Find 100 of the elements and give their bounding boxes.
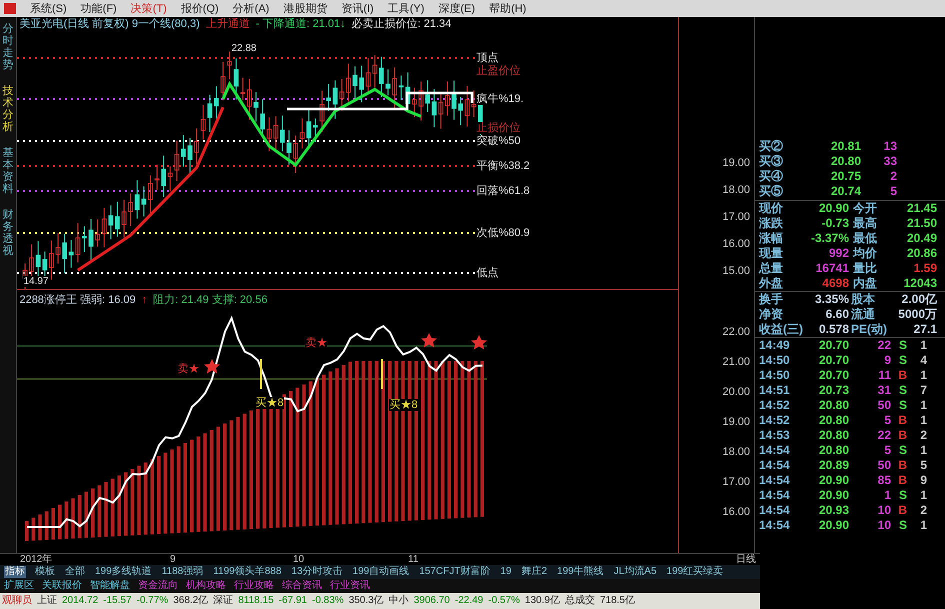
- bid-label: 买④: [759, 169, 784, 184]
- stat-value: 16741: [814, 261, 849, 276]
- formula-tab[interactable]: 199多线轨道: [94, 566, 153, 578]
- extension-tab[interactable]: 机构攻略: [186, 580, 226, 592]
- formula-tab[interactable]: 1199领头羊888: [212, 566, 282, 578]
- stat-label: 涨幅: [759, 231, 784, 246]
- menu-item[interactable]: 资讯(I): [341, 2, 374, 16]
- chart-legend: 必卖止损价位: 21.34: [352, 18, 452, 30]
- bid-label: 买②: [759, 139, 784, 154]
- side-tab[interactable]: 财务透视: [0, 209, 16, 257]
- tick-price: 20.70: [818, 368, 849, 383]
- tick-count: 1: [919, 488, 927, 503]
- tick-time: 14:50: [759, 353, 791, 368]
- side-tab[interactable]: 技术分析: [0, 85, 16, 133]
- formula-tab[interactable]: 全部: [64, 566, 86, 578]
- stat-label: 净资: [759, 307, 784, 322]
- formula-tab[interactable]: 199红买绿卖: [666, 566, 724, 578]
- candlestick: [458, 96, 464, 126]
- price-axis-label: 15.00: [722, 264, 750, 279]
- tick-side: B: [897, 368, 907, 383]
- time-axis-label: 10: [293, 554, 304, 565]
- indicator-axis-label: 19.00: [722, 415, 750, 430]
- tick-time: 14:49: [759, 338, 791, 353]
- stat-value: 21.45: [906, 201, 937, 216]
- bid-price: 20.81: [830, 139, 861, 154]
- indicator-axis-label: 18.00: [722, 445, 750, 460]
- bid-price: 20.80: [830, 154, 861, 169]
- indicator-name: 2288涨停王 强弱: 16.09: [19, 293, 136, 308]
- index-name: 上证: [37, 595, 57, 607]
- stat-label: 股本: [851, 292, 876, 307]
- bid-volume: 5: [889, 184, 897, 199]
- menu-item[interactable]: 功能(F): [80, 2, 117, 16]
- stat-value: 2.00亿: [900, 292, 937, 307]
- side-tab[interactable]: 基本资料: [0, 147, 16, 195]
- sell-signal-label: 卖★: [305, 337, 328, 349]
- formula-tab[interactable]: 199自动画线: [352, 566, 410, 578]
- tick-side: S: [898, 338, 907, 353]
- formula-tab[interactable]: 13分时攻击: [290, 566, 344, 578]
- stat-value: 27.1: [912, 322, 937, 337]
- stat-label: 内盘: [853, 276, 878, 291]
- star-icon: [471, 335, 488, 350]
- menu-item[interactable]: 分析(A): [232, 2, 270, 16]
- tick-side: S: [898, 488, 907, 503]
- stat-label: 最低: [853, 231, 878, 246]
- stat-label: 量比: [853, 261, 878, 276]
- price-axis-label: 17.00: [722, 210, 750, 225]
- tick-volume: 1: [883, 488, 891, 503]
- index-amount: 368.2亿: [173, 595, 208, 607]
- candlestick: [96, 218, 100, 248]
- extension-tab[interactable]: 智能解盘: [90, 580, 130, 592]
- index-change: -15.57: [103, 595, 132, 607]
- menu-item[interactable]: 帮助(H): [489, 2, 526, 16]
- formula-tab[interactable]: JL均流A5: [612, 566, 658, 578]
- formula-tab[interactable]: 1188强弱: [160, 566, 204, 578]
- menu-item[interactable]: 决策(T): [130, 2, 167, 16]
- menu-item[interactable]: 深度(E): [438, 2, 476, 16]
- extension-tab[interactable]: 行业资讯: [330, 580, 370, 592]
- indicator-axis-label: 22.00: [722, 325, 750, 340]
- tick-time: 14:54: [759, 488, 791, 503]
- tick-side: S: [898, 518, 907, 533]
- stat-label: PE(动): [851, 322, 888, 337]
- stat-value: 20.86: [906, 246, 937, 261]
- menu-item[interactable]: 工具(Y): [388, 2, 424, 16]
- bid-volume: 2: [889, 169, 897, 184]
- extension-tab[interactable]: 资金流向: [138, 580, 178, 592]
- extension-tab[interactable]: 关联报价: [42, 580, 82, 592]
- tick-volume: 5: [883, 413, 891, 428]
- stat-value: -0.73: [820, 216, 849, 231]
- formula-tab[interactable]: 模板: [34, 566, 56, 578]
- tick-time: 14:54: [759, 503, 791, 518]
- candlestick: [294, 135, 298, 174]
- index-percent: -0.83%: [312, 595, 344, 607]
- tick-count: 1: [919, 413, 927, 428]
- formula-tab[interactable]: 19: [499, 566, 512, 578]
- formula-tab[interactable]: 199牛熊线: [556, 566, 605, 578]
- tick-price: 20.90: [818, 488, 849, 503]
- price-axis-label: 19.00: [722, 156, 750, 171]
- tick-price: 20.70: [818, 353, 849, 368]
- candlestick: [452, 80, 457, 120]
- indicator-values: 阻力: 21.49 支撑: 20.56: [153, 293, 268, 308]
- extension-tab[interactable]: 扩展区: [4, 580, 34, 592]
- sell-signal-label: 卖★: [177, 363, 200, 375]
- candlestick: [360, 65, 364, 103]
- tick-price: 20.70: [818, 338, 849, 353]
- price-axis-label: 18.00: [722, 183, 750, 198]
- extension-tab[interactable]: 行业攻略: [234, 580, 274, 592]
- indicator-axis-label: 21.00: [722, 355, 750, 370]
- formula-tab[interactable]: 指标: [4, 566, 26, 578]
- formula-tab[interactable]: 舞庄2: [520, 566, 548, 578]
- level-label: 止盈价位: [476, 65, 520, 77]
- formula-tab[interactable]: 157CFJT财富阶: [418, 566, 492, 578]
- menu-item[interactable]: 报价(Q): [180, 2, 219, 16]
- candlestick: [228, 51, 232, 80]
- menu-item[interactable]: 系统(S): [30, 2, 67, 16]
- menu-item[interactable]: 港股期货: [283, 2, 328, 16]
- stat-label: 涨跌: [759, 216, 784, 231]
- index-value: 3906.70: [414, 595, 450, 607]
- side-tab[interactable]: 分时走势: [0, 23, 16, 71]
- bid-label: 买③: [759, 154, 784, 169]
- extension-tab[interactable]: 综合资讯: [282, 580, 322, 592]
